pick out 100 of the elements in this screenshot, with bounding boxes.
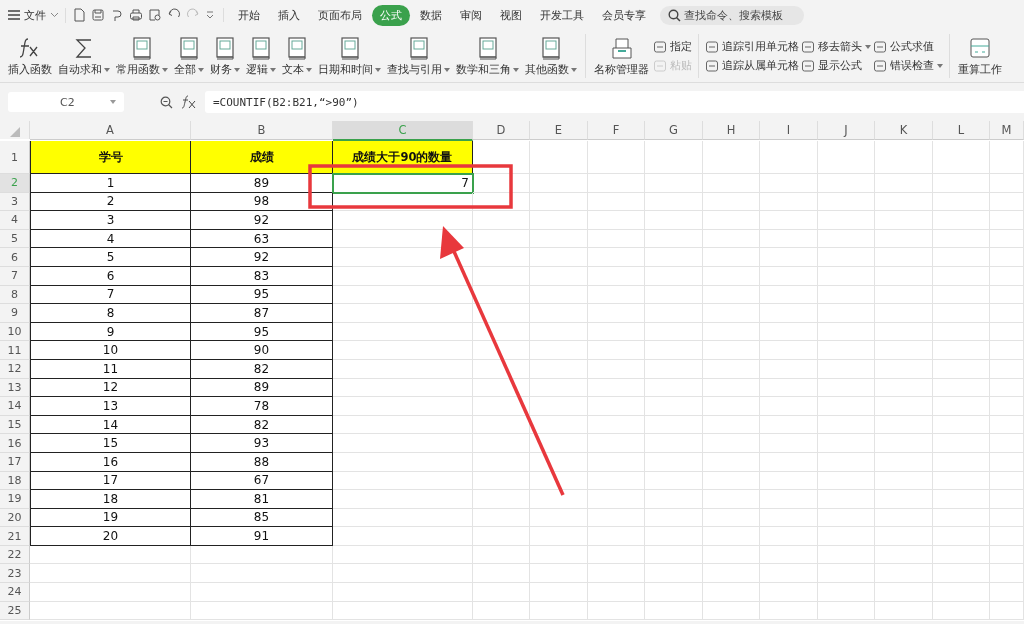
ribbon-tab[interactable]: 审阅 [452, 4, 490, 26]
table-cell: 1 [30, 174, 191, 193]
empty-cell [588, 397, 645, 416]
row-header[interactable]: 1 [0, 141, 30, 174]
ribbon-button[interactable]: 数学和三角 [454, 35, 521, 77]
column-header[interactable]: M [990, 121, 1024, 140]
ribbon-tab[interactable]: 插入 [270, 4, 308, 26]
row-header[interactable]: 4 [0, 211, 30, 230]
ribbon-button[interactable]: 查找与引用 [385, 35, 452, 77]
ribbon-button[interactable]: 文本 [280, 35, 314, 77]
empty-cell [990, 192, 1024, 212]
ribbon-button[interactable]: 插入函数 [6, 35, 54, 77]
column-header[interactable]: D [473, 121, 530, 140]
row-header[interactable]: 9 [0, 304, 30, 323]
search-field[interactable]: 查找命令、搜索模板 [660, 5, 804, 25]
row-header[interactable]: 24 [0, 583, 30, 602]
empty-cell [818, 322, 875, 342]
row-header[interactable]: 11 [0, 341, 30, 360]
column-header[interactable]: H [703, 121, 760, 140]
ribbon-button[interactable]: 重算工作 [956, 35, 1004, 77]
empty-cell [473, 397, 530, 416]
empty-cell [588, 527, 645, 546]
empty-cell [645, 397, 703, 416]
ribbon-tool[interactable]: 公式求值 [873, 39, 943, 54]
ribbon-tool[interactable]: 追踪从属单元格 [705, 58, 799, 73]
table-cell: 7 [333, 174, 473, 193]
file-menu[interactable]: 文件 [8, 7, 66, 23]
ribbon-tab[interactable]: 数据 [412, 4, 450, 26]
column-header[interactable]: K [875, 121, 933, 140]
save-icon[interactable] [91, 8, 105, 22]
row-header[interactable]: 14 [0, 397, 30, 416]
column-header[interactable]: E [530, 121, 588, 140]
print-preview-icon[interactable] [148, 8, 162, 22]
empty-cell [818, 508, 875, 528]
empty-cell [818, 229, 875, 249]
row-header[interactable]: 6 [0, 248, 30, 267]
ribbon-tool[interactable]: 错误检查 [873, 58, 943, 73]
ribbon-button[interactable]: 名称管理器 [592, 35, 651, 77]
ribbon-tool[interactable]: 指定 [653, 39, 692, 54]
empty-cell [703, 285, 760, 305]
empty-cell [990, 527, 1024, 546]
row-header[interactable]: 23 [0, 564, 30, 584]
column-title-cell: 学号 [30, 141, 191, 174]
formula-field[interactable]: =COUNTIF(B2:B21,“>90”) [205, 91, 1024, 113]
ribbon-button[interactable]: 逻辑 [244, 35, 278, 77]
table-cell: 81 [191, 490, 333, 509]
empty-cell [703, 397, 760, 416]
row-header[interactable]: 16 [0, 434, 30, 453]
ribbon-button[interactable]: 其他函数 [523, 35, 579, 77]
book-icon [286, 35, 308, 60]
ribbon-tab[interactable]: 会员专享 [594, 4, 654, 26]
table-cell: 89 [191, 174, 333, 193]
empty-cell [990, 229, 1024, 249]
row-header[interactable]: 21 [0, 527, 30, 546]
ribbon-tool[interactable]: 显示公式 [801, 58, 871, 73]
print-icon[interactable] [129, 8, 143, 22]
empty-cell [473, 359, 530, 379]
empty-cell [588, 415, 645, 435]
name-box[interactable]: C2 [8, 92, 124, 112]
empty-cell [473, 545, 530, 565]
function-icon[interactable] [181, 95, 197, 109]
ribbon-tab[interactable]: 开发工具 [532, 4, 592, 26]
empty-cell [473, 490, 530, 509]
column-header[interactable]: F [588, 121, 645, 140]
empty-cell [703, 141, 760, 174]
column-header[interactable]: L [933, 121, 990, 140]
empty-cell [990, 508, 1024, 528]
ribbon-button[interactable]: 全部 [172, 35, 206, 77]
column-header[interactable]: I [760, 121, 818, 140]
ribbon-button[interactable]: 日期和时间 [316, 35, 383, 77]
empty-cell [530, 192, 588, 212]
new-document-icon[interactable] [72, 8, 86, 22]
empty-cell [760, 322, 818, 342]
empty-cell [760, 285, 818, 305]
tool-icon [653, 39, 667, 54]
ribbon-tab[interactable]: 页面布局 [310, 4, 370, 26]
customize-icon[interactable] [205, 10, 215, 20]
ribbon-button[interactable]: 财务 [208, 35, 242, 77]
ribbon-button[interactable]: 自动求和 [56, 35, 112, 77]
ribbon-tab[interactable]: 开始 [230, 4, 268, 26]
empty-cell [990, 141, 1024, 174]
empty-cell [645, 378, 703, 398]
ribbon-tool[interactable]: 移去箭头 [801, 39, 871, 54]
empty-cell [473, 471, 530, 491]
empty-cell [933, 527, 990, 546]
ribbon-tool[interactable]: 追踪引用单元格 [705, 39, 799, 54]
column-header[interactable]: G [645, 121, 703, 140]
empty-cell [818, 359, 875, 379]
empty-cell [473, 527, 530, 546]
column-header[interactable]: J [818, 121, 875, 140]
column-header[interactable]: B [191, 121, 333, 140]
table-cell: 78 [191, 397, 333, 416]
column-header[interactable]: A [30, 121, 191, 140]
empty-cell [588, 211, 645, 230]
row-header[interactable]: 19 [0, 490, 30, 509]
empty-cell [588, 229, 645, 249]
ribbon-tab[interactable]: 视图 [492, 4, 530, 26]
zoom-icon[interactable] [160, 95, 173, 109]
empty-cell [990, 248, 1024, 267]
ribbon-button[interactable]: 常用函数 [114, 35, 170, 77]
